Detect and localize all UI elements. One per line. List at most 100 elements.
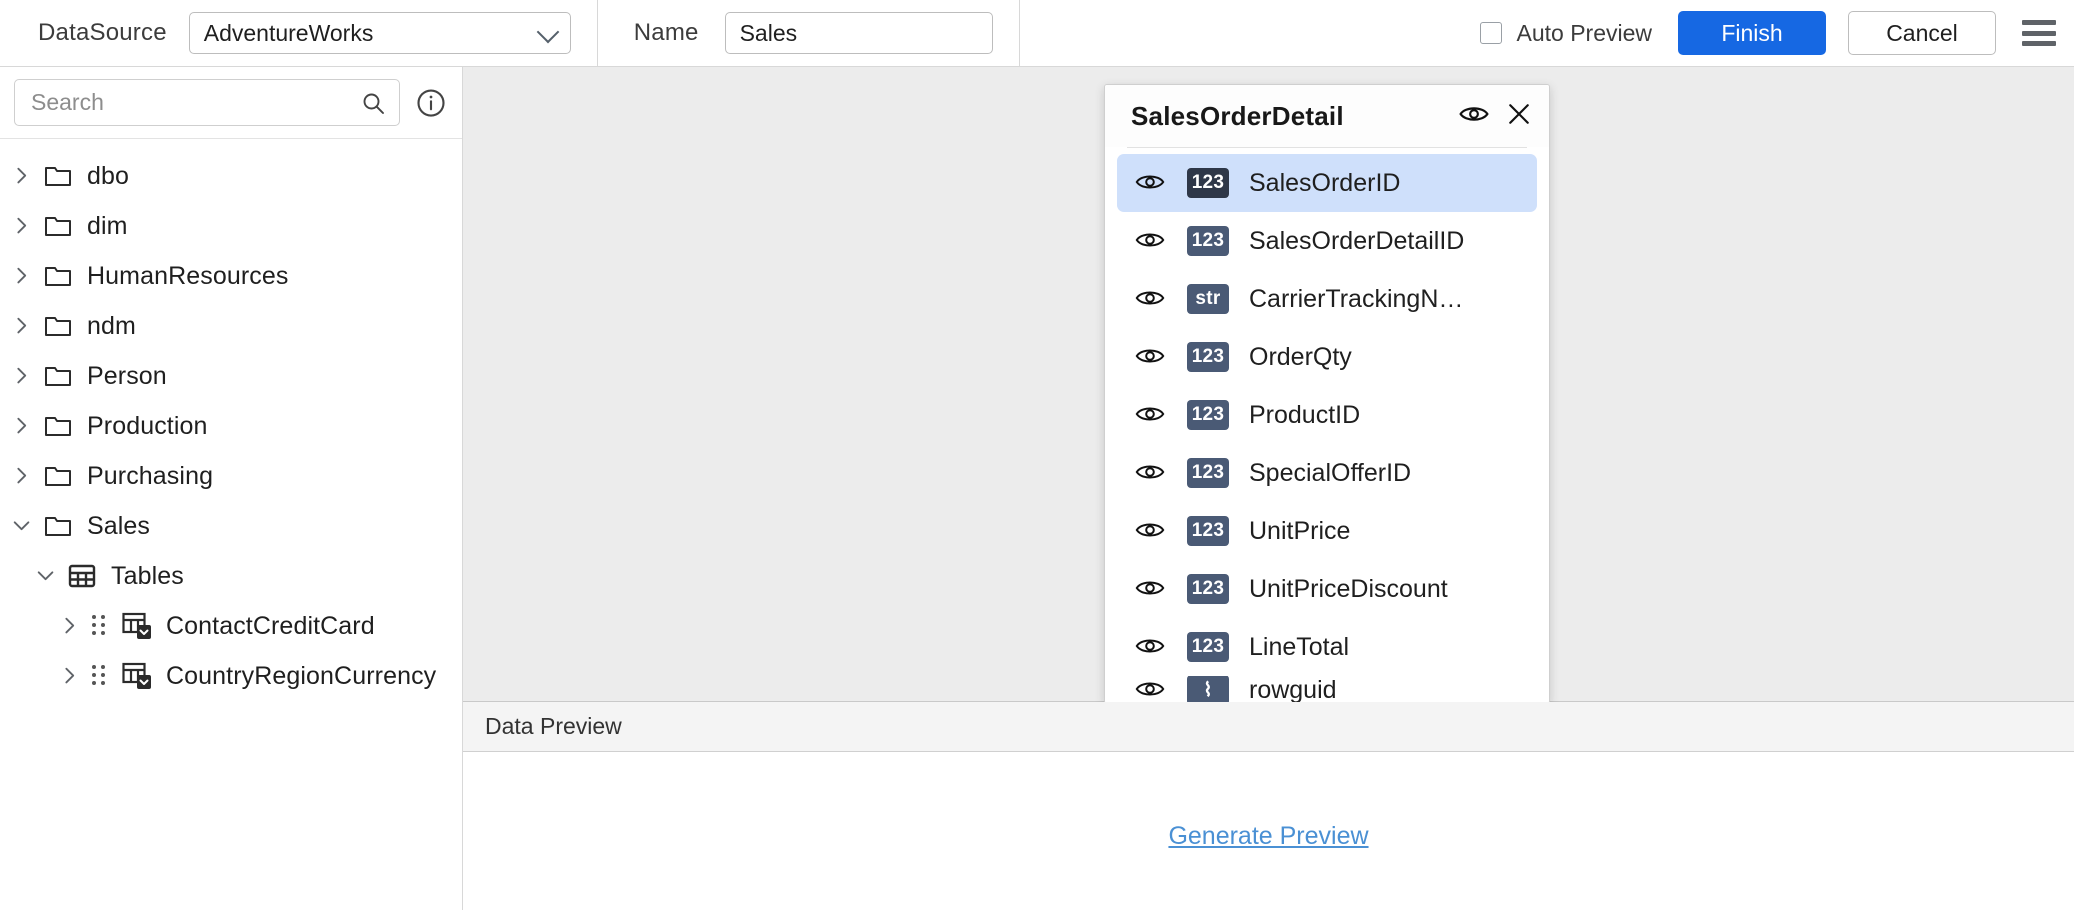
tree-node-label: Purchasing [87, 461, 214, 490]
name-section: Name Sales [598, 0, 1020, 67]
chevron-right-icon[interactable] [0, 415, 44, 437]
tree-node-dbo[interactable]: dbo [0, 151, 462, 201]
chevron-right-icon[interactable] [0, 315, 44, 337]
folder-icon [44, 364, 72, 388]
eye-icon[interactable] [1135, 288, 1165, 310]
datasource-selected-value: AdventureWorks [203, 19, 374, 46]
fields-popup: SalesOrderDetail 123 SalesOrderID 123 Sales… [1104, 84, 1550, 704]
chevron-right-icon[interactable] [0, 465, 44, 487]
data-preview-title: Data Preview [485, 713, 622, 739]
eye-icon[interactable] [1135, 230, 1165, 252]
eye-icon[interactable] [1135, 462, 1165, 484]
field-row[interactable]: 123 OrderQty [1117, 328, 1537, 386]
chevron-right-icon[interactable] [0, 215, 44, 237]
tree-node-dim[interactable]: dim [0, 201, 462, 251]
table-icon [122, 662, 152, 690]
datasource-label: DataSource [38, 19, 167, 46]
datasource-section: DataSource AdventureWorks [0, 0, 598, 67]
field-row[interactable]: 123 SalesOrderDetailID [1117, 212, 1537, 270]
field-name: ProductID [1249, 400, 1361, 429]
folder-icon [44, 264, 72, 288]
tree-node-contactcreditcard[interactable]: ContactCreditCard [0, 601, 462, 651]
eye-icon[interactable] [1135, 636, 1165, 658]
info-icon[interactable] [416, 88, 446, 118]
top-toolbar: DataSource AdventureWorks Name Sales Aut… [0, 0, 2074, 67]
field-row[interactable]: 123 SalesOrderID [1117, 154, 1537, 212]
auto-preview-toggle[interactable]: Auto Preview [1480, 20, 1652, 47]
field-row[interactable]: 123 UnitPrice [1117, 502, 1537, 560]
tree-node-tables[interactable]: Tables [0, 551, 462, 601]
eye-icon[interactable] [1135, 404, 1165, 426]
chevron-down-icon[interactable] [24, 565, 68, 587]
grid-icon [68, 563, 96, 589]
chevron-right-icon[interactable] [0, 265, 44, 287]
tree-node-label: Sales [87, 511, 151, 540]
tree-node-purchasing[interactable]: Purchasing [0, 451, 462, 501]
tree-node-label: Tables [111, 561, 184, 590]
eye-icon[interactable] [1135, 172, 1165, 194]
field-name: LineTotal [1249, 632, 1350, 661]
chevron-down-icon[interactable] [0, 515, 44, 537]
search-input[interactable]: Search [14, 79, 400, 126]
search-placeholder: Search [31, 89, 104, 115]
folder-icon [44, 464, 72, 488]
cancel-button[interactable]: Cancel [1848, 11, 1996, 55]
drag-handle-icon[interactable] [92, 613, 112, 639]
tree-node-sales[interactable]: Sales [0, 501, 462, 551]
field-name: SalesOrderDetailID [1249, 226, 1465, 255]
tree-node-label: HumanResources [87, 261, 289, 290]
chevron-right-icon[interactable] [0, 165, 44, 187]
fields-popup-header: SalesOrderDetail [1105, 85, 1549, 147]
chevron-right-icon[interactable] [48, 665, 92, 687]
tree-node-label: dim [87, 211, 128, 240]
field-name: SalesOrderID [1249, 168, 1401, 197]
folder-icon [44, 214, 72, 238]
tree-node-label: CountryRegionCurrency [166, 661, 437, 690]
folder-icon [44, 414, 72, 438]
field-type-badge: 123 [1187, 400, 1229, 430]
search-icon[interactable] [361, 91, 385, 115]
folder-icon [44, 314, 72, 338]
data-preview-body: Generate Preview [463, 752, 2074, 910]
menu-icon[interactable] [2022, 20, 2056, 46]
eye-icon[interactable] [1135, 346, 1165, 368]
field-type-badge: 123 [1187, 574, 1229, 604]
field-row[interactable]: str CarrierTrackingN… [1117, 270, 1537, 328]
tree-node-humanresources[interactable]: HumanResources [0, 251, 462, 301]
chevron-right-icon[interactable] [48, 615, 92, 637]
datasource-select[interactable]: AdventureWorks [188, 12, 571, 54]
chevron-right-icon[interactable] [0, 365, 44, 387]
toolbar-actions: Auto Preview Finish Cancel [1480, 11, 2074, 55]
field-row[interactable]: 123 ProductID [1117, 386, 1537, 444]
name-input[interactable]: Sales [724, 12, 993, 54]
tree-node-label: ContactCreditCard [166, 611, 375, 640]
tree-node-countryregioncurrency[interactable]: CountryRegionCurrency [0, 651, 462, 701]
close-icon[interactable] [1507, 102, 1531, 131]
eye-icon[interactable] [1135, 679, 1165, 701]
field-type-badge: 123 [1187, 342, 1229, 372]
field-row[interactable]: 123 UnitPriceDiscount [1117, 560, 1537, 618]
eye-icon[interactable] [1135, 520, 1165, 542]
search-row: Search [0, 67, 462, 139]
field-type-badge: 123 [1187, 632, 1229, 662]
field-row[interactable]: 123 SpecialOfferID [1117, 444, 1537, 502]
eye-icon[interactable] [1459, 104, 1489, 129]
tree-node-ndm[interactable]: ndm [0, 301, 462, 351]
tree-node-production[interactable]: Production [0, 401, 462, 451]
drag-handle-icon[interactable] [92, 663, 112, 689]
fields-list[interactable]: 123 SalesOrderID 123 SalesOrderDetailID str C… [1105, 148, 1549, 703]
eye-icon[interactable] [1135, 578, 1165, 600]
field-name: SpecialOfferID [1249, 458, 1412, 487]
app-root: DataSource AdventureWorks Name Sales Aut… [0, 0, 2074, 910]
schema-sidebar: Search dbo dim HumanResources ndm Person Prod… [0, 67, 463, 910]
tree-node-person[interactable]: Person [0, 351, 462, 401]
data-preview-header: Data Preview [463, 702, 2074, 752]
schema-tree[interactable]: dbo dim HumanResources ndm Person Production P… [0, 139, 462, 910]
finish-button[interactable]: Finish [1678, 11, 1826, 55]
tree-node-label: Production [87, 411, 208, 440]
auto-preview-checkbox[interactable] [1480, 22, 1503, 44]
tree-node-label: Person [87, 361, 167, 390]
generate-preview-link[interactable]: Generate Preview [1168, 822, 1368, 851]
field-row[interactable]: ⌇ rowguid [1117, 676, 1537, 703]
field-row[interactable]: 123 LineTotal [1117, 618, 1537, 676]
